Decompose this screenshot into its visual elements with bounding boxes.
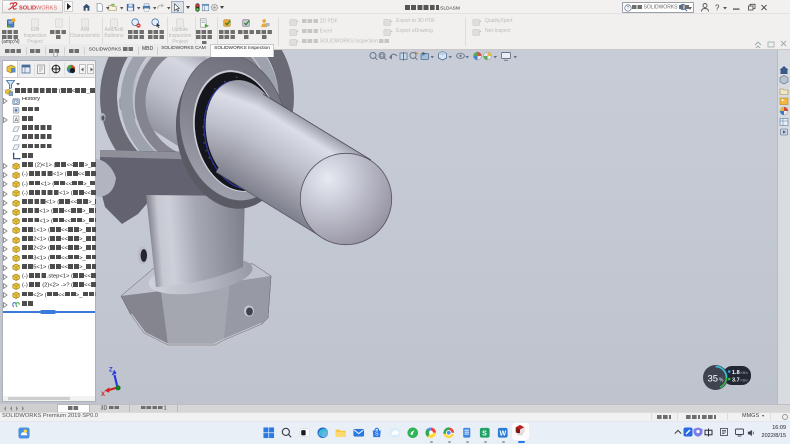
svg-text:?: ? bbox=[715, 4, 720, 13]
svg-text:A: A bbox=[14, 117, 18, 123]
svg-text:?: ? bbox=[627, 6, 630, 12]
svg-text:WORKS: WORKS bbox=[36, 6, 57, 12]
svg-text:SOLID: SOLID bbox=[19, 6, 36, 12]
svg-text:1.8: 1.8 bbox=[732, 370, 740, 376]
svg-text:35: 35 bbox=[708, 374, 719, 385]
svg-text:KB/s: KB/s bbox=[741, 379, 749, 383]
svg-text:X: X bbox=[101, 392, 105, 398]
svg-text:%: % bbox=[719, 378, 724, 384]
svg-text:Z: Z bbox=[109, 368, 113, 374]
svg-text:KB/s: KB/s bbox=[741, 371, 749, 375]
svg-text:S: S bbox=[375, 431, 379, 437]
svg-text:S: S bbox=[482, 431, 487, 438]
svg-text:3.7: 3.7 bbox=[732, 378, 740, 384]
svg-text:W: W bbox=[499, 431, 506, 438]
